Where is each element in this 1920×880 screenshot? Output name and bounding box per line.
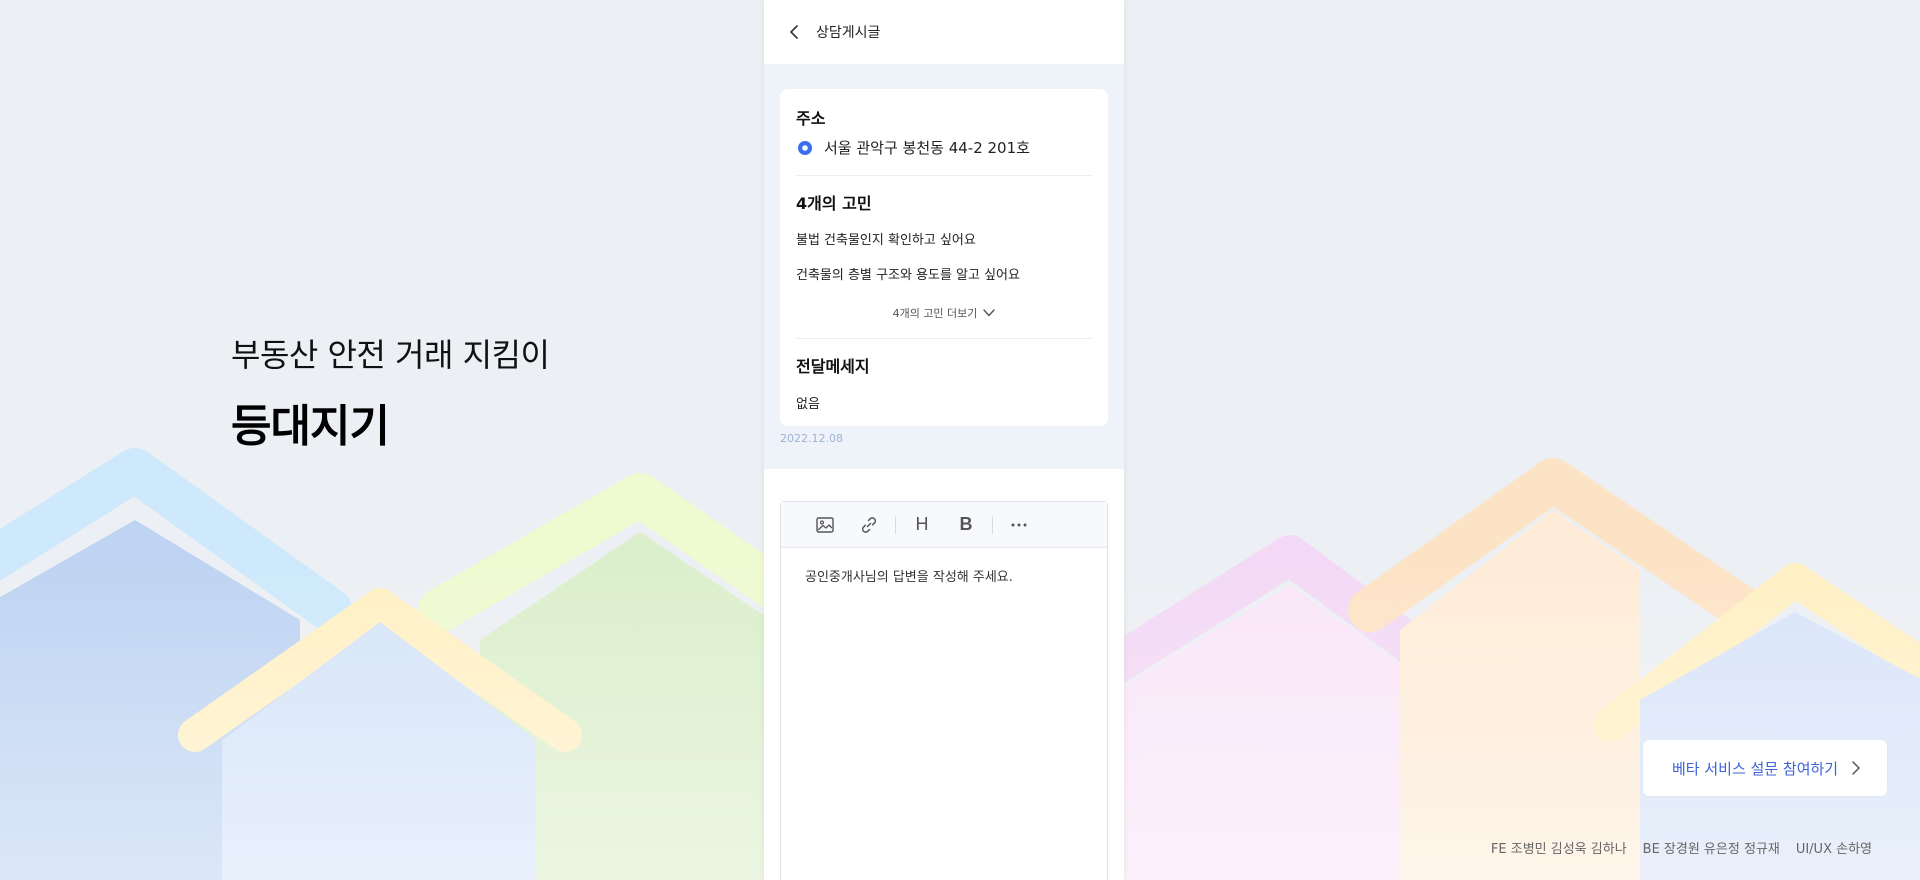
- bold-label: B: [959, 514, 973, 534]
- divider: [796, 338, 1092, 339]
- app-bar: 상담게시글: [764, 0, 1124, 64]
- bold-button[interactable]: B: [954, 513, 978, 537]
- post-date: 2022.12.08: [780, 432, 843, 445]
- consultation-info-section: 주소 서울 관악구 봉천동 44-2 201호 4개의 고민 불법 건축물인지 …: [764, 64, 1124, 469]
- address-row: 서울 관악구 봉천동 44-2 201호: [796, 137, 1092, 158]
- location-pin-icon: [796, 139, 814, 157]
- credit-be: BE 장경원 유은정 정규재: [1642, 842, 1780, 857]
- divider: [796, 175, 1092, 176]
- message-title: 전달메세지: [796, 357, 870, 376]
- worry-item: 불법 건축물인지 확인하고 싶어요: [796, 233, 976, 248]
- chevron-down-icon: [983, 307, 996, 319]
- address-text: 서울 관악구 봉천동 44-2 201호: [824, 139, 1030, 157]
- phone-frame: 상담게시글 주소 서울 관악구 봉천동 44-2 201호 4개의 고민 불법 …: [764, 0, 1124, 880]
- link-icon[interactable]: [857, 513, 881, 537]
- hero-title: 등대지기: [231, 401, 390, 452]
- answer-editor-section: H B 공인중개사님의 답변을 작성해 주세요.: [764, 469, 1124, 880]
- hero-subtitle: 부동산 안전 거래 지킴이: [231, 336, 550, 374]
- message-text: 없음: [796, 397, 820, 412]
- page-title: 상담게시글: [816, 25, 881, 41]
- heading-button[interactable]: H: [910, 513, 934, 537]
- worry-item: 건축물의 층별 구조와 용도를 알고 싶어요: [796, 268, 1020, 283]
- show-more-worries-button[interactable]: 4개의 고민 더보기: [796, 305, 1092, 321]
- beta-survey-button[interactable]: 베타 서비스 설문 참여하기: [1643, 740, 1887, 796]
- team-credits: FE 조병민 김성욱 김하나 BE 장경원 유은정 정규재 UI/UX 손하영: [1491, 838, 1872, 857]
- toolbar-separator: [895, 515, 896, 534]
- answer-input[interactable]: 공인중개사님의 답변을 작성해 주세요.: [781, 548, 1107, 603]
- credit-fe: FE 조병민 김성욱 김하나: [1490, 842, 1627, 857]
- editor-toolbar: H B: [781, 502, 1107, 548]
- worries-title: 4개의 고민: [796, 194, 872, 213]
- heading-label: H: [915, 514, 929, 534]
- show-more-label: 4개의 고민 더보기: [892, 307, 978, 320]
- beta-survey-label: 베타 서비스 설문 참여하기: [1672, 759, 1839, 778]
- chevron-left-icon[interactable]: [784, 22, 804, 42]
- more-horizontal-icon[interactable]: [1007, 513, 1031, 537]
- toolbar-separator: [992, 515, 993, 534]
- credit-uiux: UI/UX 손하영: [1795, 842, 1872, 857]
- consultation-card: 주소 서울 관악구 봉천동 44-2 201호 4개의 고민 불법 건축물인지 …: [780, 89, 1108, 426]
- image-icon[interactable]: [813, 513, 837, 537]
- chevron-right-icon: [1852, 761, 1864, 775]
- hero: 부동산 안전 거래 지킴이 등대지기: [231, 330, 550, 454]
- address-title: 주소: [796, 109, 826, 128]
- answer-editor: H B 공인중개사님의 답변을 작성해 주세요.: [780, 501, 1108, 880]
